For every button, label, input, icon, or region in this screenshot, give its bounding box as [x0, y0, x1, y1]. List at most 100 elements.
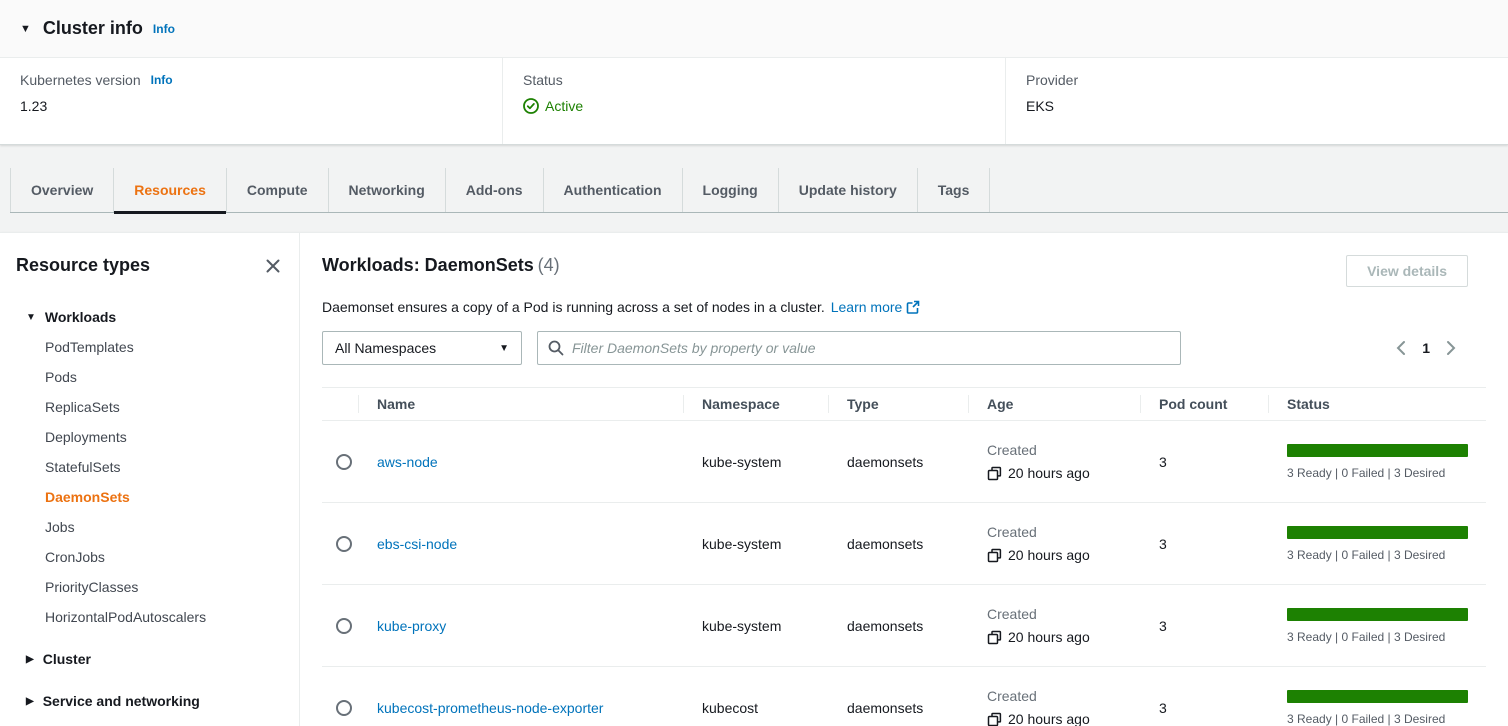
status-cell: 3 Ready | 0 Failed | 3 Desired [1268, 444, 1486, 480]
kubernetes-version-value: 1.23 [20, 98, 482, 114]
copy-icon[interactable] [987, 548, 1002, 563]
status-progress-bar [1287, 608, 1468, 621]
sidebar-item-deployments[interactable]: Deployments [0, 422, 299, 452]
copy-icon[interactable] [987, 466, 1002, 481]
cluster-info-title: Cluster info [43, 18, 143, 39]
age-cell: Created 20 hours ago [968, 606, 1140, 645]
column-header-namespace: Namespace [683, 388, 828, 420]
kubernetes-version-info-link[interactable]: Info [151, 73, 173, 87]
status-text: 3 Ready | 0 Failed | 3 Desired [1287, 712, 1468, 726]
age-cell: Created 20 hours ago [968, 442, 1140, 481]
table-row: kubecost-prometheus-node-exporter kubeco… [322, 667, 1486, 726]
column-header-status: Status [1268, 388, 1486, 420]
learn-more-link[interactable]: Learn more [831, 299, 921, 315]
tab-add-ons[interactable]: Add-ons [445, 168, 543, 212]
chevron-down-icon: ▼ [499, 343, 509, 354]
column-header-age: Age [968, 388, 1140, 420]
status-text: 3 Ready | 0 Failed | 3 Desired [1287, 548, 1468, 562]
view-details-button[interactable]: View details [1346, 255, 1468, 287]
sidebar-item-horizontalpodautoscalers[interactable]: HorizontalPodAutoscalers [0, 602, 299, 632]
external-link-icon [906, 300, 920, 314]
status-value: Active [523, 98, 985, 114]
column-header-pod-count: Pod count [1140, 388, 1268, 420]
row-radio-button[interactable] [336, 618, 352, 634]
sidebar-item-replicasets[interactable]: ReplicaSets [0, 392, 299, 422]
tab-overview[interactable]: Overview [10, 168, 113, 212]
status-text: 3 Ready | 0 Failed | 3 Desired [1287, 630, 1468, 644]
current-page-number[interactable]: 1 [1422, 340, 1430, 356]
tab-logging[interactable]: Logging [682, 168, 778, 212]
namespace-cell: kube-system [683, 536, 828, 552]
filter-search-box[interactable] [537, 331, 1181, 365]
sidebar-item-cronjobs[interactable]: CronJobs [0, 542, 299, 572]
cluster-tabs: Overview Resources Compute Networking Ad… [10, 168, 1508, 213]
caret-right-icon: ▶ [26, 696, 34, 707]
namespace-filter-select[interactable]: All Namespaces ▼ [322, 331, 522, 365]
row-radio-button[interactable] [336, 454, 352, 470]
page-title: Workloads: DaemonSets [322, 255, 534, 275]
pagination: 1 [1394, 340, 1458, 356]
cluster-info-header[interactable]: ▼ Cluster info Info [0, 0, 1508, 58]
filter-search-input[interactable] [572, 340, 1170, 356]
provider-field: Provider EKS [1005, 58, 1508, 144]
sidebar-group-service-networking[interactable]: ▶ Service and networking [0, 686, 299, 716]
status-progress-bar [1287, 526, 1468, 539]
status-cell: 3 Ready | 0 Failed | 3 Desired [1268, 526, 1486, 562]
row-count-badge: (4) [538, 255, 560, 275]
sidebar-item-priorityclasses[interactable]: PriorityClasses [0, 572, 299, 602]
daemonset-name-link[interactable]: aws-node [377, 454, 438, 470]
caret-right-icon: ▶ [26, 654, 34, 665]
cluster-info-card: ▼ Cluster info Info Kubernetes version I… [0, 0, 1508, 145]
namespace-cell: kube-system [683, 454, 828, 470]
daemonset-name-link[interactable]: ebs-csi-node [377, 536, 457, 552]
row-radio-button[interactable] [336, 536, 352, 552]
sidebar-item-pods[interactable]: Pods [0, 362, 299, 392]
sidebar-group-cluster[interactable]: ▶ Cluster [0, 644, 299, 674]
status-cell: 3 Ready | 0 Failed | 3 Desired [1268, 608, 1486, 644]
status-cell: 3 Ready | 0 Failed | 3 Desired [1268, 690, 1486, 726]
sidebar-item-jobs[interactable]: Jobs [0, 512, 299, 542]
sidebar-item-statefulsets[interactable]: StatefulSets [0, 452, 299, 482]
tab-compute[interactable]: Compute [226, 168, 328, 212]
sidebar-item-podtemplates[interactable]: PodTemplates [0, 332, 299, 362]
sidebar-group-workloads[interactable]: ▼ Workloads [0, 302, 299, 332]
resources-panel: Resource types ▼ Workloads PodTemplates … [0, 232, 1508, 726]
status-field: Status Active [502, 58, 1005, 144]
namespace-cell: kubecost [683, 700, 828, 716]
age-cell: Created 20 hours ago [968, 688, 1140, 726]
check-circle-icon [523, 98, 539, 114]
pod-count-cell: 3 [1140, 454, 1268, 470]
type-cell: daemonsets [828, 454, 968, 470]
tab-update-history[interactable]: Update history [778, 168, 917, 212]
kubernetes-version-label: Kubernetes version [20, 72, 141, 88]
sidebar-title: Resource types [16, 255, 150, 276]
column-header-name: Name [358, 388, 683, 420]
copy-icon[interactable] [987, 630, 1002, 645]
pod-count-cell: 3 [1140, 536, 1268, 552]
copy-icon[interactable] [987, 712, 1002, 726]
close-icon[interactable] [265, 258, 281, 274]
tab-authentication[interactable]: Authentication [543, 168, 682, 212]
table-row: aws-node kube-system daemonsets Created … [322, 421, 1486, 503]
type-cell: daemonsets [828, 536, 968, 552]
tab-tags[interactable]: Tags [917, 168, 991, 212]
table-row: ebs-csi-node kube-system daemonsets Crea… [322, 503, 1486, 585]
table-row: kube-proxy kube-system daemonsets Create… [322, 585, 1486, 667]
column-header-type: Type [828, 388, 968, 420]
tab-networking[interactable]: Networking [328, 168, 445, 212]
sidebar-item-daemonsets[interactable]: DaemonSets [0, 482, 299, 512]
tab-resources[interactable]: Resources [113, 168, 226, 212]
daemonsets-main: Workloads: DaemonSets (4) View details D… [300, 233, 1508, 726]
provider-value: EKS [1026, 98, 1488, 114]
daemonset-name-link[interactable]: kubecost-prometheus-node-exporter [377, 700, 603, 716]
previous-page-icon[interactable] [1394, 340, 1408, 356]
status-label: Status [523, 72, 985, 88]
collapse-caret-icon[interactable]: ▼ [20, 23, 31, 35]
cluster-info-link[interactable]: Info [153, 22, 175, 36]
table-header-row: Name Namespace Type Age Pod count Status [322, 387, 1486, 421]
resource-types-sidebar: Resource types ▼ Workloads PodTemplates … [0, 233, 300, 726]
daemonset-name-link[interactable]: kube-proxy [377, 618, 446, 634]
next-page-icon[interactable] [1444, 340, 1458, 356]
row-radio-button[interactable] [336, 700, 352, 716]
search-icon [548, 340, 564, 356]
